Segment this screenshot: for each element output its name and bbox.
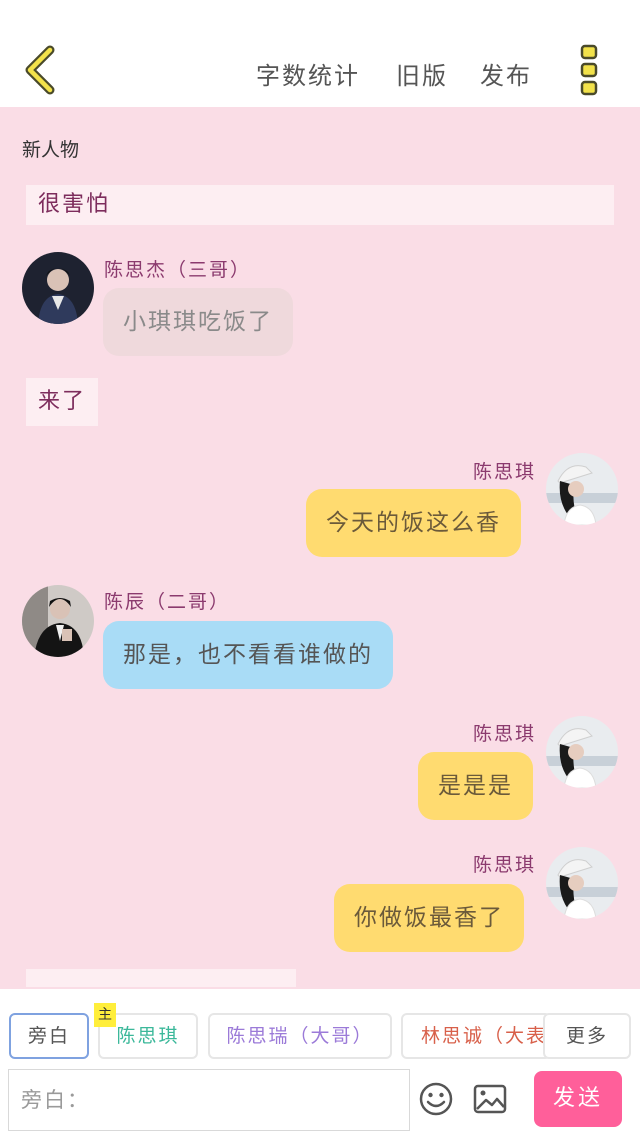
chat-area[interactable]: 新人物 很害怕 陈思杰（三哥） 小琪琪吃饭了 来了 陈思琪 今天的饭这么香 陈辰… — [0, 107, 640, 987]
more-menu-icon[interactable] — [578, 44, 600, 96]
old-version-button[interactable]: 旧版 — [396, 56, 448, 91]
message-bubble[interactable]: 那是，也不看看谁做的 — [103, 621, 393, 689]
speaker-name: 陈思琪 — [472, 854, 536, 876]
character-label: 陈思琪 — [116, 1025, 180, 1047]
composer-panel: 旁白 陈思琪 主 陈思瑞（大哥） 林思诚（大表 更多 旁白： 发送 — [0, 987, 640, 1138]
tab-narrator[interactable]: 旁白 — [9, 1013, 89, 1059]
emoji-icon[interactable] — [418, 1081, 454, 1117]
more-characters-button[interactable]: 更多 — [543, 1013, 631, 1059]
message-bubble[interactable]: 今天的饭这么香 — [306, 489, 521, 557]
top-bar: 字数统计 旧版 发布 — [0, 0, 640, 107]
narration-item[interactable]: 来了 — [26, 378, 99, 426]
message-bubble[interactable]: 小琪琪吃饭了 — [103, 288, 293, 356]
publish-button[interactable]: 发布 — [480, 56, 532, 91]
narration-item-partial[interactable] — [26, 969, 296, 987]
new-character-label[interactable]: 新人物 — [22, 135, 79, 162]
speaker-name: 陈思琪 — [472, 461, 536, 483]
back-icon[interactable] — [22, 44, 62, 96]
speaker-name: 陈辰（二哥） — [104, 591, 231, 613]
message-bubble[interactable]: 你做饭最香了 — [334, 884, 524, 952]
speaker-name: 陈思琪 — [472, 723, 536, 745]
avatar[interactable] — [22, 585, 94, 657]
tab-character-chen-sirui[interactable]: 陈思瑞（大哥） — [208, 1013, 392, 1059]
avatar[interactable] — [22, 252, 94, 324]
message-bubble[interactable]: 是是是 — [418, 752, 533, 820]
tab-character-lin-sicheng[interactable]: 林思诚（大表 — [401, 1013, 551, 1059]
avatar[interactable] — [546, 847, 618, 919]
speaker-name: 陈思杰（三哥） — [104, 259, 252, 281]
send-button[interactable]: 发送 — [534, 1071, 622, 1127]
chat-editor-screen: 字数统计 旧版 发布 新人物 很害怕 陈思杰（三哥） 小琪琪吃饭了 来了 陈思琪… — [0, 0, 640, 1138]
word-count-button[interactable]: 字数统计 — [256, 56, 360, 91]
narration-item[interactable]: 很害怕 — [26, 185, 614, 225]
image-icon[interactable] — [472, 1081, 508, 1117]
avatar[interactable] — [546, 716, 618, 788]
composer-inner: 旁白 陈思琪 主 陈思瑞（大哥） 林思诚（大表 更多 旁白： 发送 — [0, 989, 640, 1138]
message-input[interactable]: 旁白： — [8, 1069, 410, 1131]
avatar[interactable] — [546, 453, 618, 525]
main-character-badge: 主 — [94, 1003, 116, 1027]
